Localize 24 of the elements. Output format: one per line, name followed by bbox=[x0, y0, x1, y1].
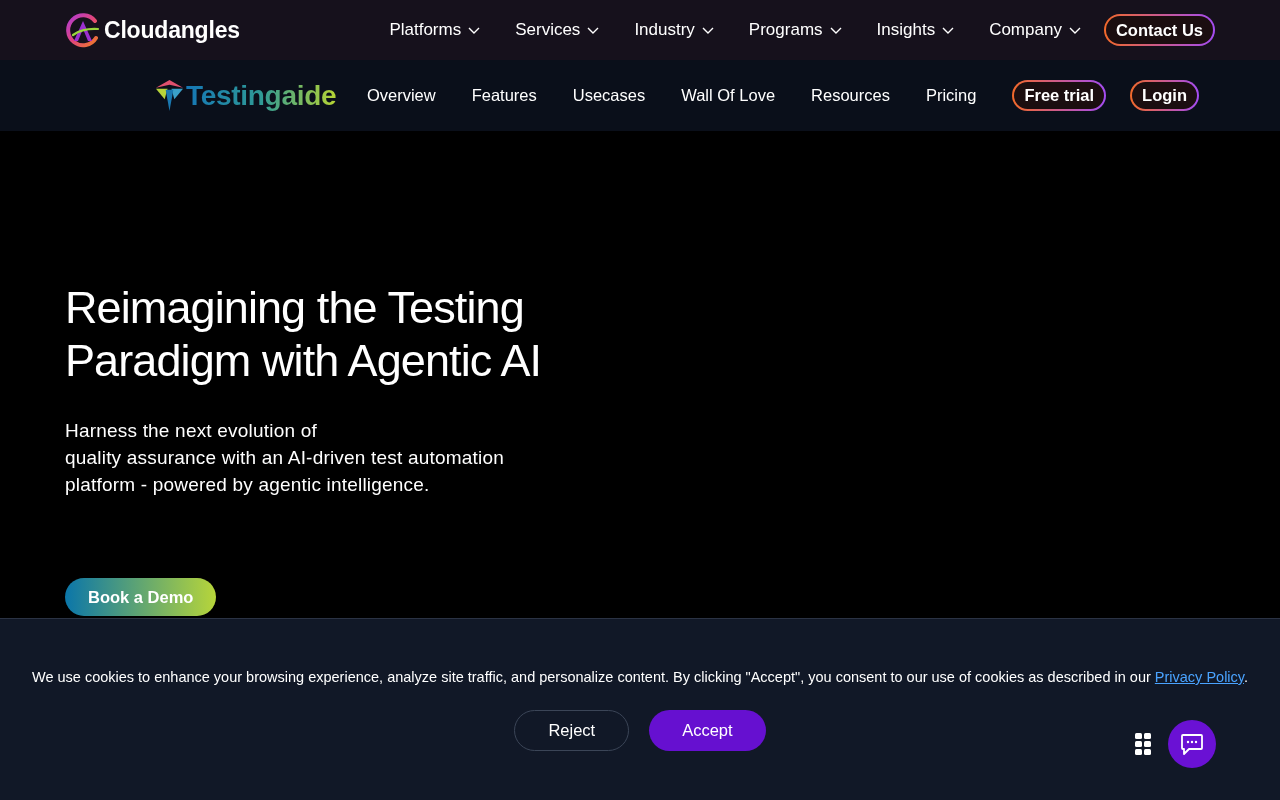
nav-link[interactable]: Insights bbox=[876, 20, 955, 40]
brand-link[interactable]: Cloudangles bbox=[65, 12, 240, 48]
privacy-policy-link[interactable]: Privacy Policy bbox=[1154, 669, 1244, 685]
hero-description: Harness the next evolution of quality assurance with an AI-driven test automation platform - powered by agentic intelligence. bbox=[65, 419, 505, 497]
chat-bubble-icon bbox=[1180, 733, 1204, 755]
nav-link[interactable]: Programs bbox=[748, 20, 842, 40]
nav-link[interactable]: Overview bbox=[366, 86, 436, 105]
cookie-notice-text: We use cookies to enhance your browsing experience, analyze site traffic, and personalize content. By clicking "Accept", you consent to our use of cookies as described in our Privacy Policy. bbox=[30, 668, 1250, 687]
nav-link[interactable]: Resources bbox=[811, 86, 890, 105]
triangle-logo-icon bbox=[155, 80, 184, 111]
ring-logo-icon bbox=[65, 12, 101, 48]
nav-link[interactable]: Wall Of Love bbox=[681, 86, 776, 105]
nav-link[interactable]: Usecases bbox=[572, 86, 646, 105]
nav-link[interactable]: Features bbox=[471, 86, 537, 105]
nav-button[interactable]: Login bbox=[1130, 80, 1199, 111]
grid-icon[interactable] bbox=[1135, 733, 1151, 755]
nav-link[interactable]: Company bbox=[989, 20, 1081, 40]
hero-heading: Reimagining the Testing Paradigm with Agentic AI bbox=[65, 281, 542, 387]
chat-button[interactable] bbox=[1168, 720, 1216, 768]
nav-link[interactable]: Platforms bbox=[389, 20, 481, 40]
nav-link[interactable]: Services bbox=[515, 20, 600, 40]
nav-link[interactable]: Pricing bbox=[925, 86, 977, 105]
nav-link[interactable]: Industry bbox=[634, 20, 714, 40]
accept-button[interactable]: Accept bbox=[649, 710, 766, 751]
